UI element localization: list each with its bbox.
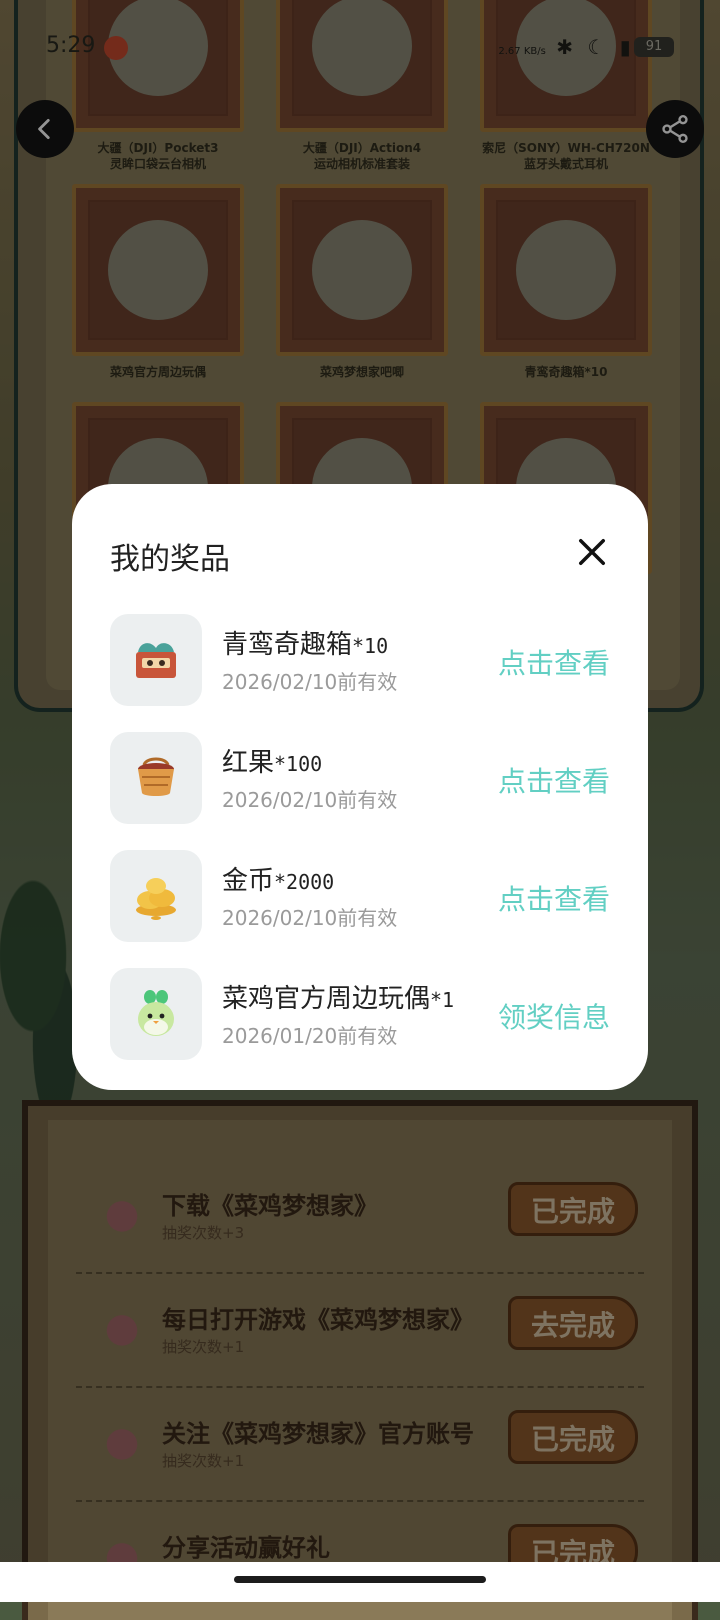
prize-list-item: 红果*100 2026/02/10前有效 点击查看 <box>110 732 610 826</box>
prize-list-item: 金币*2000 2026/02/10前有效 点击查看 <box>110 850 610 944</box>
prize-name: 金币*2000 <box>222 860 334 897</box>
fruit-basket-icon <box>110 732 202 824</box>
claim-info-link[interactable]: 领奖信息 <box>498 996 610 1036</box>
my-prizes-dialog: 我的奖品 青鸾奇趣箱*10 2026/02/10前有效 点击查看 红果*100 … <box>72 484 648 1090</box>
prize-name: 青鸾奇趣箱*10 <box>222 624 388 661</box>
chick-plush-icon <box>110 968 202 1060</box>
view-prize-link[interactable]: 点击查看 <box>498 760 610 800</box>
prize-expiry: 2026/01/20前有效 <box>222 1024 398 1048</box>
close-icon <box>579 539 605 565</box>
view-prize-link[interactable]: 点击查看 <box>498 878 610 918</box>
prize-list-item: 青鸾奇趣箱*10 2026/02/10前有效 点击查看 <box>110 614 610 708</box>
prize-list-item: 菜鸡官方周边玩偶*1 2026/01/20前有效 领奖信息 <box>110 968 610 1062</box>
prize-name: 红果*100 <box>222 742 322 779</box>
prize-name-text: 红果 <box>222 748 275 778</box>
prize-expiry: 2026/02/10前有效 <box>222 906 398 930</box>
prize-quantity: *10 <box>352 634 389 658</box>
prize-quantity: *2000 <box>274 870 335 894</box>
home-indicator[interactable] <box>234 1576 486 1583</box>
prize-expiry: 2026/02/10前有效 <box>222 788 398 812</box>
prize-quantity: *1 <box>430 988 455 1012</box>
gift-box-icon <box>110 614 202 706</box>
prize-quantity: *100 <box>274 752 323 776</box>
navigation-bar <box>0 1562 720 1602</box>
view-prize-link[interactable]: 点击查看 <box>498 642 610 682</box>
close-button[interactable] <box>574 534 610 570</box>
dialog-title: 我的奖品 <box>110 542 230 577</box>
gold-coins-icon <box>110 850 202 942</box>
prize-name-text: 金币 <box>222 866 275 896</box>
prize-name-text: 菜鸡官方周边玩偶 <box>222 984 431 1014</box>
prize-name: 菜鸡官方周边玩偶*1 <box>222 978 454 1015</box>
prize-name-text: 青鸾奇趣箱 <box>222 630 353 660</box>
prize-expiry: 2026/02/10前有效 <box>222 670 398 694</box>
